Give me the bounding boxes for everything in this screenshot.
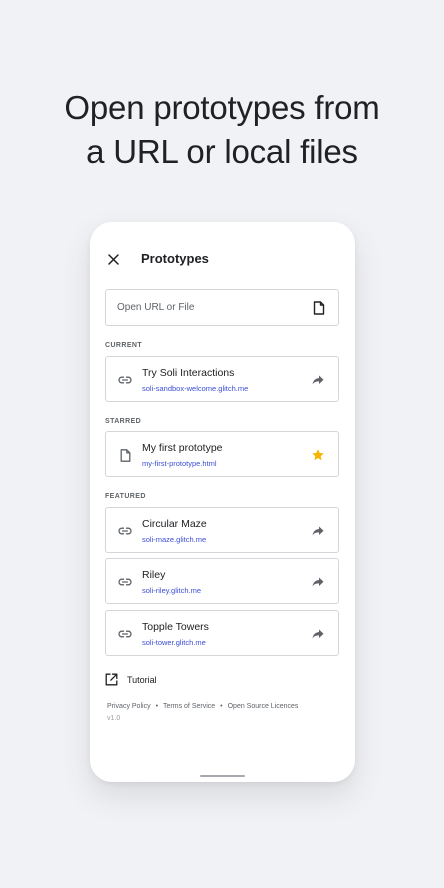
close-button[interactable] xyxy=(104,250,122,268)
open-file-button[interactable] xyxy=(312,300,326,316)
card-url: soli-riley.glitch.me xyxy=(142,586,202,595)
link-icon xyxy=(117,523,133,539)
share-icon xyxy=(312,375,324,385)
terms-of-service-link[interactable]: Terms of Service xyxy=(163,703,215,710)
section-label-current: CURRENT xyxy=(105,342,143,349)
tutorial-link[interactable]: Tutorial xyxy=(105,672,157,688)
prototype-card[interactable]: Circular Maze soli-maze.glitch.me xyxy=(105,507,339,553)
share-button[interactable] xyxy=(310,372,326,388)
footer-separator: • xyxy=(220,703,223,710)
file-icon xyxy=(313,301,325,315)
privacy-policy-link[interactable]: Privacy Policy xyxy=(107,703,151,710)
share-icon xyxy=(312,577,324,587)
card-url: my-first-prototype.html xyxy=(142,459,217,468)
link-icon xyxy=(117,626,133,642)
star-button[interactable] xyxy=(310,447,326,463)
prototype-card[interactable]: Topple Towers soli-tower.glitch.me xyxy=(105,610,339,656)
app-title: Prototypes xyxy=(141,251,209,266)
prototype-card[interactable]: Riley soli-riley.glitch.me xyxy=(105,558,339,604)
headline-line-1: Open prototypes from xyxy=(64,89,380,126)
card-title: Topple Towers xyxy=(142,621,209,633)
file-icon xyxy=(117,447,133,463)
card-url: soli-maze.glitch.me xyxy=(142,535,207,544)
app-bar: Prototypes xyxy=(90,246,355,276)
tutorial-label: Tutorial xyxy=(127,675,157,685)
open-url-input[interactable] xyxy=(106,290,306,325)
open-source-licences-link[interactable]: Open Source Licences xyxy=(228,703,299,710)
open-url-field[interactable] xyxy=(105,289,339,326)
share-icon xyxy=(312,526,324,536)
share-button[interactable] xyxy=(310,523,326,539)
close-icon xyxy=(107,253,119,265)
headline: Open prototypes from a URL or local file… xyxy=(0,86,444,174)
card-title: Circular Maze xyxy=(142,518,207,530)
card-url: soli-sandbox-welcome.glitch.me xyxy=(142,384,249,393)
section-label-featured: FEATURED xyxy=(105,493,146,500)
headline-line-2: a URL or local files xyxy=(86,133,358,170)
footer-separator: • xyxy=(155,703,159,710)
home-indicator[interactable] xyxy=(200,775,245,777)
link-icon xyxy=(117,372,133,388)
share-button[interactable] xyxy=(310,626,326,642)
footer-links: Privacy Policy • Terms of Service • Open Sou… xyxy=(107,703,298,710)
link-icon xyxy=(117,574,133,590)
share-button[interactable] xyxy=(310,574,326,590)
card-title: My first prototype xyxy=(142,442,223,454)
card-title: Try Soli Interactions xyxy=(142,367,235,379)
card-url: soli-tower.glitch.me xyxy=(142,638,206,647)
section-label-starred: STARRED xyxy=(105,418,142,425)
prototype-card[interactable]: Try Soli Interactions soli-sandbox-welco… xyxy=(105,356,339,402)
card-title: Riley xyxy=(142,569,166,581)
open-in-new-icon xyxy=(105,673,119,687)
share-icon xyxy=(312,629,324,639)
version-label: v1.0 xyxy=(107,715,121,722)
star-icon xyxy=(312,449,324,461)
phone-screen: Prototypes CURRENT Try Soli Interactions… xyxy=(90,222,355,782)
prototype-card[interactable]: My first prototype my-first-prototype.ht… xyxy=(105,431,339,477)
